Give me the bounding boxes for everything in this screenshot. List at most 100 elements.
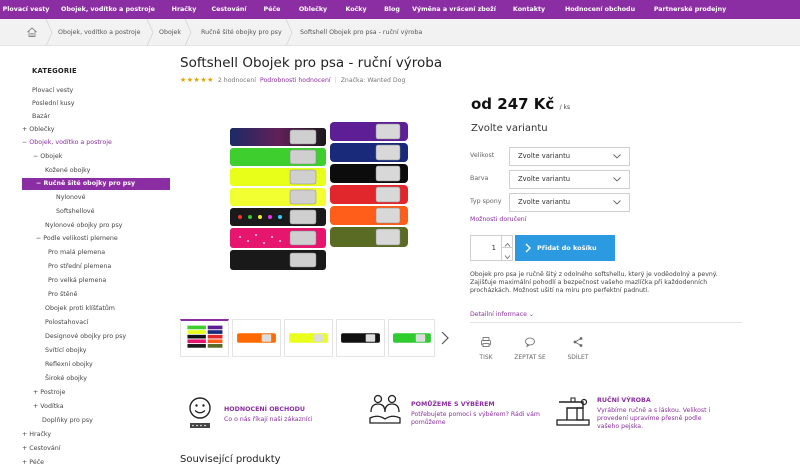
size-label: Velikost xyxy=(470,152,495,159)
sidebar-item-hracky[interactable]: + Hračky xyxy=(22,429,51,441)
quantity-stepper[interactable]: 1 xyxy=(470,235,513,261)
sidebar-item-cestovani[interactable]: + Cestování xyxy=(22,443,60,455)
sidebar-item-svitici[interactable]: Svítící obojky xyxy=(45,345,87,357)
breadcrumb-item[interactable]: Ručně šité obojky pro psy xyxy=(201,19,282,46)
price-unit: / ks xyxy=(559,104,571,111)
sidebar-title: KATEGORIE xyxy=(32,67,77,75)
color-label: Barva xyxy=(470,175,489,182)
product-title: Softshell Obojek pro psa - ruční výroba xyxy=(180,55,443,71)
benefit-title-rucni-vyroba[interactable]: RUČNÍ VÝROBA xyxy=(597,397,651,404)
nav-item-partnerske[interactable]: Partnerské prodejny xyxy=(642,0,738,19)
sidebar-item-kozene-obojky[interactable]: Kožené obojky xyxy=(45,165,90,177)
sidebar-item-podle-velikosti[interactable]: − Podle velikosti plemene xyxy=(36,233,118,245)
sidebar-item-siroke[interactable]: Široké obojky xyxy=(45,373,87,385)
nav-item-hracky[interactable]: Hračky xyxy=(164,0,204,19)
sidebar-item-rucne-site[interactable]: − Ručně šité obojky pro psy xyxy=(22,178,170,190)
nav-item-pece[interactable]: Péče xyxy=(254,0,290,19)
sidebar-item-designove[interactable]: Designové obojky pro psy xyxy=(45,331,126,343)
sidebar-item-mala-plemena[interactable]: Pro malá plemena xyxy=(48,247,105,259)
home-icon[interactable] xyxy=(26,26,38,38)
benefit-text-vyber[interactable]: Potřebujete pomoci s výběrem? Rádi vám p… xyxy=(411,411,546,427)
nav-item-kocky[interactable]: Kočky xyxy=(336,0,376,19)
sidebar-item-obojek-vodítko[interactable]: − Obojek, vodítko a postroje xyxy=(22,137,112,149)
sidebar-item-pece[interactable]: + Péče xyxy=(22,457,44,467)
ask-question-label: ZEPTAT SE xyxy=(514,354,546,361)
sidebar-item-obojek[interactable]: − Obojek xyxy=(33,151,62,163)
share-icon xyxy=(573,337,583,347)
sidebar-item-plovaci-vesty[interactable]: Plovací vesty xyxy=(32,85,73,97)
nav-item-blog[interactable]: Blog xyxy=(376,0,408,19)
sidebar-item-voditka[interactable]: + Vodítka xyxy=(33,401,64,413)
top-navigation: Plovací vesty Obojek, vodítko a postroje… xyxy=(0,0,800,19)
chevron-right-icon xyxy=(525,243,531,253)
benefit-title-vyber[interactable]: POMŮŽEME S VÝBĚREM xyxy=(411,401,495,408)
add-to-cart-label: Přidat do košíku xyxy=(537,244,597,252)
nav-item-obojek[interactable]: Obojek, vodítko a postroje xyxy=(52,0,164,19)
thumbnail-strip xyxy=(180,319,435,357)
sidebar-item-stene[interactable]: Pro štěně xyxy=(48,289,77,301)
thumbnail[interactable] xyxy=(388,319,435,357)
benefit-text-rucni-vyroba[interactable]: Vyrábíme ručně a s láskou. Velikost i pr… xyxy=(597,407,722,431)
add-to-cart-button[interactable]: Přidat do košíku xyxy=(515,235,615,261)
buckle-type-select[interactable]: Zvolte variantu xyxy=(509,193,630,212)
sidebar-item-oblecky[interactable]: + Oblečky xyxy=(22,124,54,136)
breadcrumb-separator xyxy=(183,18,193,47)
chevron-right-icon[interactable] xyxy=(440,330,450,345)
product-price: od 247 Kč / ks xyxy=(471,95,570,113)
sidebar-item-postroje[interactable]: + Postroje xyxy=(33,387,65,399)
thumbnail[interactable] xyxy=(180,319,229,357)
sidebar-item-nylonove-obojky[interactable]: Nylonové obojky pro psy xyxy=(45,220,122,232)
buckle-type-select-value: Zvolte variantu xyxy=(518,198,571,206)
buckle-type-label: Typ spony xyxy=(470,198,502,205)
product-description: Obojek pro psa je ručně šitý z odolného … xyxy=(470,271,718,295)
collar-stack-right xyxy=(330,122,408,247)
share-label: SDÍLET xyxy=(567,354,589,361)
thumbnail[interactable] xyxy=(232,319,281,357)
nav-item-plovaci-vesty[interactable]: Plovací vesty xyxy=(0,0,52,19)
nav-item-oblecky[interactable]: Oblečky xyxy=(290,0,336,19)
breadcrumb-separator xyxy=(145,18,155,47)
nav-item-hodnoceni[interactable]: Hodnocení obchodu xyxy=(558,0,642,19)
nav-item-vymena[interactable]: Výměna a vrácení zboží xyxy=(408,0,500,19)
sidebar-item-reflexni[interactable]: Reflexní obojky xyxy=(45,359,93,371)
sidebar-item-polostahovaci[interactable]: Polostahovací xyxy=(45,317,88,329)
quantity-value[interactable]: 1 xyxy=(471,236,501,260)
sidebar-item-posledni-kusy[interactable]: Poslední kusy xyxy=(32,98,75,110)
quantity-increase-icon[interactable] xyxy=(501,236,512,248)
sidebar-item-doplnky[interactable]: Doplňky pro psy xyxy=(42,415,93,427)
rating-stars: ★★★★★ xyxy=(180,76,214,84)
product-main-image[interactable] xyxy=(180,95,435,307)
category-sidebar: KATEGORIE Plovací vesty Poslední kusy Ba… xyxy=(22,46,170,467)
breadcrumb-item[interactable]: Obojek, vodítko a postroje xyxy=(58,19,141,46)
breadcrumb-separator xyxy=(44,18,54,47)
sidebar-item-proti-klistatum[interactable]: Obojek proti klíšťatům xyxy=(45,303,115,315)
size-select[interactable]: Zvolte variantu xyxy=(509,147,630,166)
benefit-title-hodnoceni[interactable]: HODNOCENÍ OBCHODU xyxy=(224,406,305,413)
sidebar-item-bazar[interactable]: Bazár xyxy=(32,111,50,123)
share-action[interactable]: SDÍLET xyxy=(558,336,598,361)
thumbnail[interactable] xyxy=(336,319,385,357)
sidebar-item-softshellove[interactable]: Softshellové xyxy=(56,206,95,218)
quantity-decrease-icon[interactable] xyxy=(501,248,512,260)
benefit-text-hodnoceni[interactable]: Co o nás říkají naši zákazníci xyxy=(224,416,334,424)
nav-item-kontakty[interactable]: Kontakty xyxy=(500,0,558,19)
thumbnail[interactable] xyxy=(284,319,333,357)
detail-info-link[interactable]: Detailní informace ⌄ xyxy=(470,311,534,318)
nav-item-cestovani[interactable]: Cestování xyxy=(204,0,254,19)
review-details-link[interactable]: Podrobnosti hodnocení xyxy=(260,77,331,84)
ask-question-action[interactable]: ZEPTAT SE xyxy=(510,336,550,361)
sidebar-item-velka-plemena[interactable]: Pro velká plemena xyxy=(48,275,106,287)
sewing-machine-icon xyxy=(555,394,591,428)
chevron-down-icon xyxy=(613,154,621,159)
print-label: TISK xyxy=(479,354,493,361)
breadcrumb-item[interactable]: Obojek xyxy=(159,19,181,46)
chevron-down-icon xyxy=(613,200,621,205)
print-action[interactable]: TISK xyxy=(466,336,506,361)
delivery-options-link[interactable]: Možnosti doručení xyxy=(470,216,526,223)
breadcrumb-separator xyxy=(284,18,294,47)
breadcrumb: Obojek, vodítko a postroje Obojek Ručně … xyxy=(0,18,800,47)
color-select[interactable]: Zvolte variantu xyxy=(509,170,630,189)
printer-icon xyxy=(481,337,491,347)
sidebar-item-stredni-plemena[interactable]: Pro střední plemena xyxy=(48,261,111,273)
sidebar-item-nylonove[interactable]: Nylonové xyxy=(56,192,85,204)
